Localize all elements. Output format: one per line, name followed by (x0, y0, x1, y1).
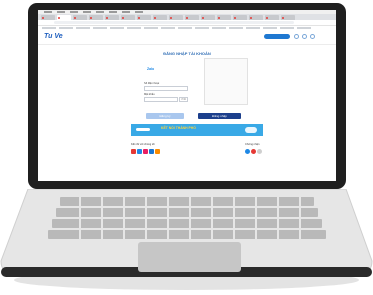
airplane-icon (136, 128, 150, 131)
bookmark-item[interactable] (229, 27, 243, 29)
page-title: ĐĂNG NHẬP TÀI KHOẢN (163, 51, 211, 56)
user-icon[interactable] (294, 34, 299, 39)
instagram-icon[interactable] (143, 149, 148, 154)
bookmark-item[interactable] (127, 27, 141, 29)
bookmark-item[interactable] (110, 27, 124, 29)
bookmark-item[interactable] (161, 27, 175, 29)
bookmark-item[interactable] (263, 27, 277, 29)
menu-icon[interactable] (310, 34, 315, 39)
certificate-icon[interactable] (251, 149, 256, 154)
bookmark-item[interactable] (280, 27, 294, 29)
youtube-icon[interactable] (131, 149, 136, 154)
bookmark-item[interactable] (93, 27, 107, 29)
bookmark-item[interactable] (178, 27, 192, 29)
password-label: Mật khẩu (144, 93, 155, 96)
phone-input[interactable] (144, 86, 188, 91)
laptop-base (0, 189, 373, 277)
zalo-login-label[interactable]: Zalo (147, 67, 154, 71)
qr-code-box (204, 58, 248, 105)
login-pill-button[interactable] (264, 34, 290, 39)
site-logo[interactable]: Tu Ve (44, 33, 63, 40)
site-header: Tu Ve (38, 30, 336, 45)
footer-connect-title: Kết nối với chúng tôi (131, 143, 155, 146)
cloud-icon (245, 127, 257, 133)
bookmark-item[interactable] (246, 27, 260, 29)
tiktok-icon[interactable] (155, 149, 160, 154)
bookmark-item[interactable] (297, 27, 311, 29)
login-form: Zalo Số điện thoại Mật khẩu VNĐ (138, 65, 198, 115)
bookmark-item[interactable] (212, 27, 226, 29)
promo-banner[interactable]: KẾT NỐI THÀNH PHỐ (131, 124, 263, 136)
bookmark-item[interactable] (59, 27, 73, 29)
touchpad[interactable] (138, 242, 241, 272)
facebook-icon[interactable] (137, 149, 142, 154)
country-select[interactable]: VNĐ (179, 97, 188, 102)
laptop-screen: Tu Ve ĐĂNG NHẬP TÀI KHOẢN Zalo Số điện t… (38, 10, 336, 181)
zalo-icon[interactable] (149, 149, 154, 154)
footer-cert-title: Chứng nhận (245, 143, 260, 146)
cart-icon[interactable] (302, 34, 307, 39)
certificate-icon[interactable] (245, 149, 250, 154)
url-input[interactable] (54, 21, 294, 24)
banner-headline: KẾT NỐI THÀNH PHỐ (161, 126, 196, 130)
certificate-icon[interactable] (257, 149, 262, 154)
bookmark-item[interactable] (42, 27, 56, 29)
register-button[interactable]: Đăng ký (146, 113, 184, 119)
login-button[interactable]: Đăng nhập (198, 113, 241, 119)
bookmark-item[interactable] (195, 27, 209, 29)
bookmark-item[interactable] (144, 27, 158, 29)
password-input[interactable] (144, 97, 178, 102)
phone-label: Số điện thoại (144, 82, 160, 85)
bookmark-item[interactable] (76, 27, 90, 29)
